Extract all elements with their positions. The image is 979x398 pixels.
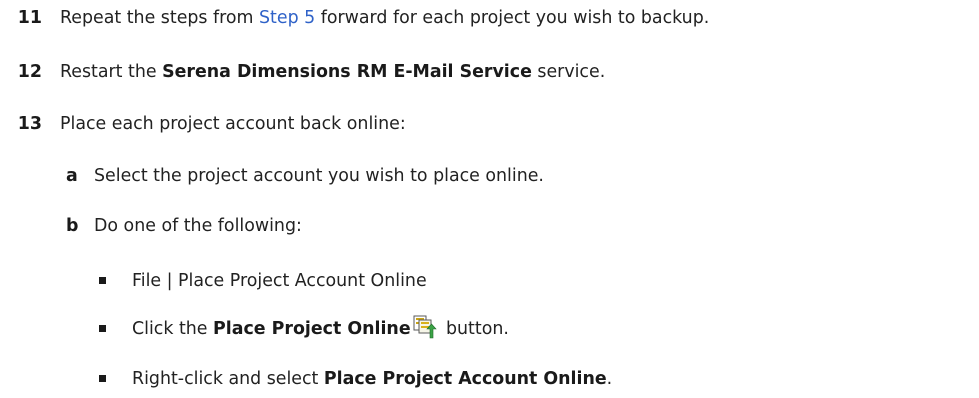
bullet-marker [99,375,106,382]
button-name: Place Project Online [213,319,411,339]
bullet-text: File | Place Project Account Online [132,271,427,291]
menu-command: Place Project Account Online [323,369,607,389]
step-number: 13 [17,114,42,134]
service-name: Serena Dimensions RM E-Mail Service [162,62,532,82]
step-text: Repeat the steps from Step 5 forward for… [60,8,710,28]
step-number: 12 [17,62,42,82]
substep-text: Do one of the following: [94,216,302,236]
document-page: 11 Repeat the steps from Step 5 forward … [0,0,979,398]
bullet-text: Right-click and select Place Project Acc… [132,369,613,389]
substep-text: Select the project account you wish to p… [94,166,544,186]
step-text: Place each project account back online: [60,114,406,134]
bullet-marker [99,325,106,332]
bullet-text: Click the Place Project Online [132,319,411,339]
step-5-link[interactable]: Step 5 [259,8,315,28]
step-text: Restart the Serena Dimensions RM E-Mail … [60,62,606,82]
place-project-online-icon [413,315,437,339]
step-number: 11 [17,8,42,28]
substep-letter: a [66,166,78,186]
bullet-text-end: button. [446,319,509,339]
bullet-marker [99,277,106,284]
substep-letter: b [66,216,79,236]
